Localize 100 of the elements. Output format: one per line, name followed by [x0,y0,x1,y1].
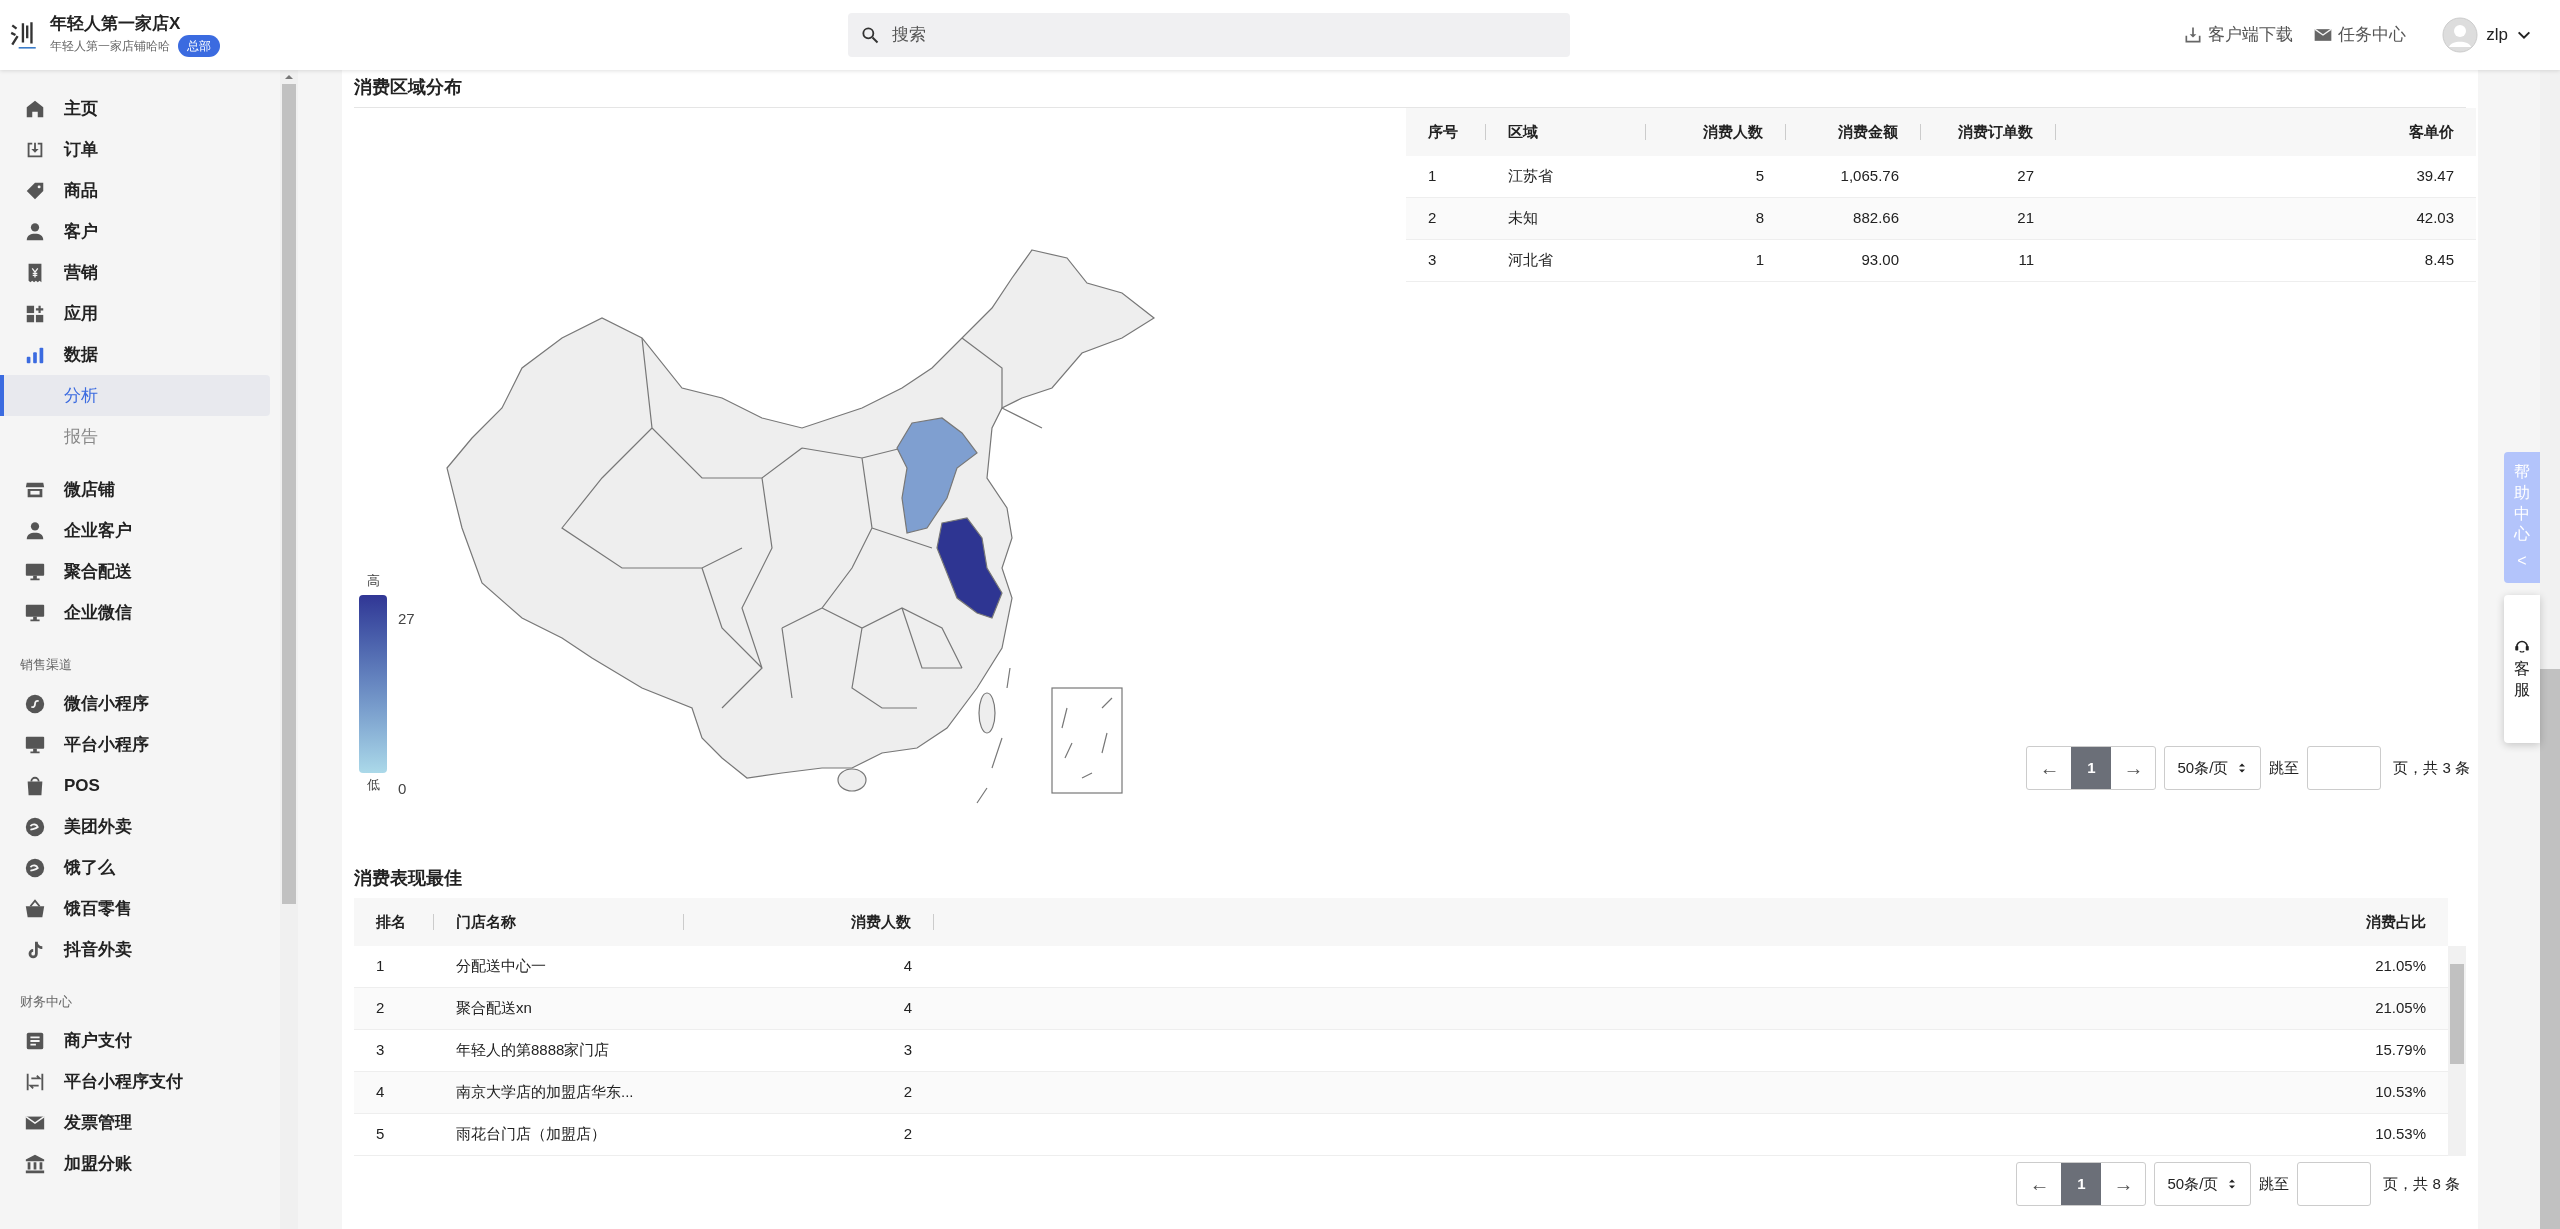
table-cell-text: 3 [902,1040,913,1061]
page-jump-field[interactable] [2307,746,2382,790]
table-cell-text: 4 [902,956,913,977]
table-cell-text: 河北省 [1507,250,1554,271]
column-header: 消费人数 [1702,121,1764,142]
table-cell-text: 8.45 [2423,250,2455,271]
column-header: 区域 [1507,121,1539,142]
table-cell-text: 27 [2016,166,2035,187]
jump-label: 跳至 [2269,757,2300,778]
previous-page-button[interactable]: ← [2017,1163,2062,1205]
total-count: 页，共 8 条 [2383,1173,2460,1194]
column-header: 消费占比 [2365,911,2427,932]
table-cell-text: 8 [1754,208,1765,229]
table-cell-text: 21.05% [2374,956,2427,977]
jump-label: 跳至 [2259,1173,2290,1194]
total-count: 页，共 3 条 [2393,757,2470,778]
bank-icon [24,1152,46,1175]
sidebar-item[interactable]: 抖音外卖 [0,929,280,970]
table-cell-text: 10.53% [2374,1124,2427,1145]
sidebar-item[interactable]: 发票管理 [0,1102,280,1143]
next-page-button[interactable]: → [2101,1163,2146,1205]
table-cell-text: 93.00 [1860,250,1900,271]
sidebar-item[interactable]: 营销 [0,252,280,293]
brand-title: 年轻人第一家店X [50,13,182,35]
column-header: 排名 [375,911,407,932]
sidebar-subitem[interactable]: 分析 [0,375,270,416]
table-cell-text: 1 [1427,166,1438,187]
table-cell-text: 21 [2016,208,2035,229]
page-jump-field[interactable] [2297,1162,2372,1206]
page-size-select[interactable]: 50条/页 [2164,746,2262,790]
page-scrollbar[interactable] [2540,70,2560,1229]
table-cell-text: 江苏省 [1507,166,1554,187]
column-header: 消费人数 [850,911,912,932]
column-header: 消费订单数 [1957,121,2034,142]
sidebar-item[interactable]: 主页 [0,88,280,129]
link-circle-icon [24,692,46,715]
table-cell-text: 15.79% [2374,1040,2427,1061]
sidebar-item[interactable]: 加盟分账 [0,1143,280,1184]
previous-page-button[interactable]: ← [2027,747,2072,789]
sidebar-section-title: 财务中心 [19,993,73,1012]
header-link[interactable]: 客户端下载 [2183,22,2294,48]
legend-min-value: 0 [398,779,407,799]
section-title: 消费表现最佳 [354,866,462,890]
table-cell-text: 2 [902,1082,913,1103]
table-cell-text: 10.53% [2374,1082,2427,1103]
customer-service-button[interactable]: 客服 [2504,595,2540,743]
table-cell-text: 39.47 [2415,166,2455,187]
table-cell-text: 1 [1754,250,1765,271]
sidebar-item[interactable]: 平台小程序支付 [0,1061,280,1102]
header-link[interactable]: 任务中心 [2313,22,2407,48]
basket-icon [24,897,46,920]
next-page-button[interactable]: → [2111,747,2156,789]
sidebar-item[interactable]: 客户 [0,211,280,252]
search-field[interactable]: 搜索 [848,13,1570,57]
sidebar-item[interactable]: 应用 [0,293,280,334]
table-cell-text: 11 [2017,250,2035,271]
table-cell-text: 1,065.76 [1839,166,1900,187]
column-header: 消费金额 [1837,121,1899,142]
circle-logo-icon [24,815,46,838]
sidebar-item[interactable]: 平台小程序 [0,724,280,765]
table-cell-text: 1 [375,956,386,977]
table-cell-text: 882.66 [1852,208,1900,229]
table-scrollbar[interactable] [2448,946,2466,1156]
sidebar-item[interactable]: 企业微信 [0,592,280,633]
table-cell-text: 42.03 [2415,208,2455,229]
sidebar-item[interactable]: 饿了么 [0,847,280,888]
sidebar-item[interactable]: POS [0,765,280,806]
table-cell-text: 4 [375,1082,386,1103]
store-badge: 总部 [178,35,220,57]
sidebar-section-title: 销售渠道 [19,656,73,675]
table-cell-text: 南京大学店的加盟店华东... [455,1082,635,1103]
sidebar-item[interactable]: 微信小程序 [0,683,280,724]
person-icon [24,519,46,542]
page-size-select[interactable]: 50条/页 [2154,1162,2252,1206]
sidebar-item[interactable]: 商品 [0,170,280,211]
table-cell-text: 2 [1427,208,1438,229]
search-icon [860,25,880,45]
scrollbar[interactable] [280,70,298,1229]
sidebar-item[interactable]: 饿百零售 [0,888,280,929]
download-icon [2183,25,2204,45]
legend-low-label: 低 [366,775,380,794]
sidebar-item[interactable]: 企业客户 [0,510,280,551]
table-cell-text: 3 [375,1040,386,1061]
legend-max-value: 27 [398,609,415,629]
sidebar-item[interactable]: 数据 [0,334,280,375]
person-icon [24,220,46,243]
section-title: 消费区域分布 [354,76,462,99]
sidebar-item[interactable]: 订单 [0,129,280,170]
table-cell-text: 未知 [1507,208,1539,229]
sidebar-item[interactable]: 聚合配送 [0,551,280,592]
sidebar-item[interactable]: 微店铺 [0,469,280,510]
table-cell-text: 5 [1754,166,1765,187]
page-number-button[interactable]: 1 [2071,747,2112,789]
sidebar-item[interactable]: 商户支付 [0,1020,280,1061]
table-cell-text: 2 [375,998,386,1019]
column-header: 序号 [1427,121,1459,142]
sidebar-item[interactable]: 美团外卖 [0,806,280,847]
user-menu[interactable]: zlp [2442,17,2532,53]
column-header: 门店名称 [455,911,517,932]
page-number-button[interactable]: 1 [2061,1163,2102,1205]
